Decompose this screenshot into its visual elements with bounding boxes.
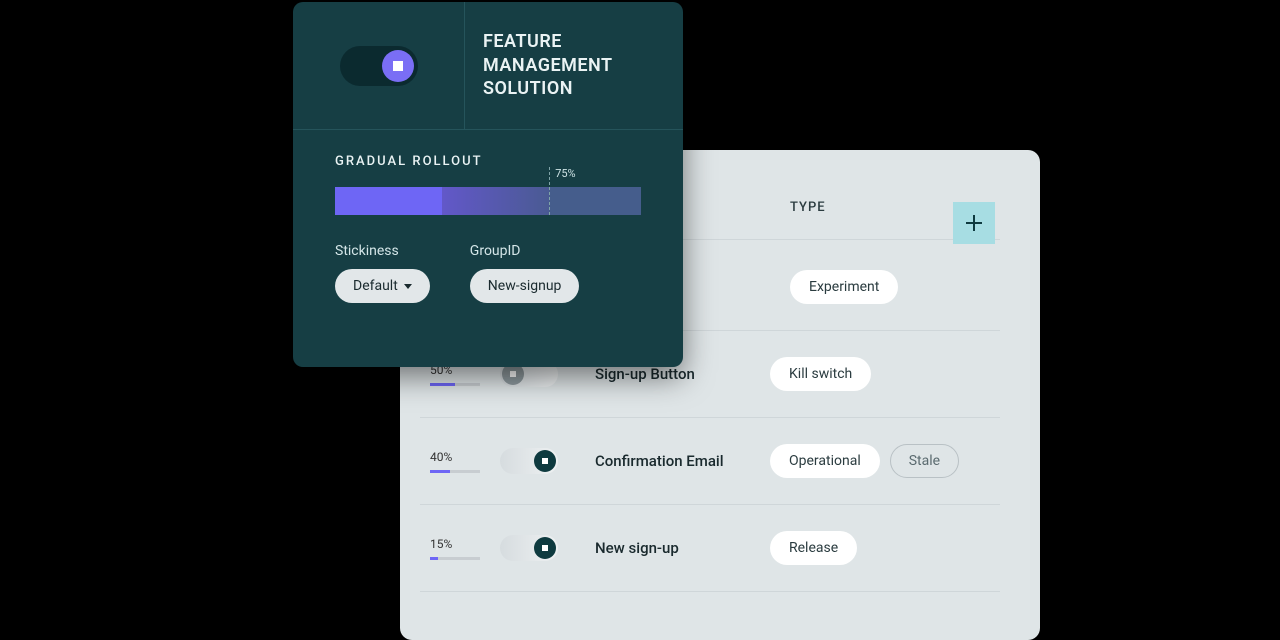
rollout-title: FEATURE MANAGEMENT SOLUTION — [483, 30, 683, 100]
stickiness-field: Stickiness Default — [335, 243, 430, 303]
plus-icon — [964, 213, 984, 233]
feature-tags: Release — [770, 531, 857, 565]
percent-bar — [430, 470, 480, 473]
feature-name: Sign-up Button — [595, 365, 770, 383]
rollout-card: FEATURE MANAGEMENT SOLUTION GRADUAL ROLL… — [293, 2, 683, 367]
column-type-header: TYPE — [790, 200, 826, 215]
feature-tag[interactable]: Operational — [770, 444, 880, 478]
toggle-col — [500, 535, 595, 561]
feature-tag[interactable]: Experiment — [790, 270, 898, 304]
feature-tag[interactable]: Release — [770, 531, 857, 565]
feature-name: Confirmation Email — [595, 452, 770, 470]
stickiness-value: Default — [353, 278, 398, 294]
toggle-knob-icon — [382, 50, 414, 82]
percent-label: 40% — [430, 450, 500, 464]
feature-tags: Kill switch — [770, 357, 871, 391]
rollout-percent-label: 75% — [555, 167, 575, 180]
percent-label: 15% — [430, 537, 500, 551]
percent-col: 40% — [420, 450, 500, 473]
rollout-progress[interactable]: 75% — [335, 187, 641, 215]
stickiness-dropdown[interactable]: Default — [335, 269, 430, 303]
feature-tag[interactable]: Kill switch — [770, 357, 871, 391]
rollout-seg-1 — [335, 187, 442, 215]
groupid-value: New-signup — [488, 278, 562, 294]
rollout-seg-3 — [549, 187, 641, 215]
percent-bar — [430, 557, 480, 560]
chevron-down-icon — [404, 284, 412, 289]
rollout-card-body: GRADUAL ROLLOUT 75% Stickiness Default G… — [293, 130, 683, 327]
stickiness-label: Stickiness — [335, 243, 430, 259]
feature-toggle[interactable] — [500, 535, 558, 561]
percent-bar-fill — [430, 383, 455, 386]
feature-name: New sign-up — [595, 539, 770, 557]
feature-row: 40% Confirmation EmailOperational Stale — [420, 418, 1000, 505]
percent-col: 15% — [420, 537, 500, 560]
feature-tags: Experiment — [790, 270, 898, 304]
percent-bar-fill — [430, 470, 450, 473]
rollout-card-header: FEATURE MANAGEMENT SOLUTION — [293, 2, 683, 130]
feature-master-toggle-area — [293, 2, 465, 129]
toggle-knob-icon — [534, 450, 556, 472]
rollout-section-label: GRADUAL ROLLOUT — [335, 154, 641, 169]
percent-bar — [430, 383, 480, 386]
feature-tag[interactable]: Stale — [890, 444, 959, 478]
toggle-col — [500, 448, 595, 474]
add-feature-button[interactable] — [953, 202, 995, 244]
toggle-knob-icon — [534, 537, 556, 559]
groupid-label: GroupID — [470, 243, 580, 259]
rollout-title-area: FEATURE MANAGEMENT SOLUTION — [465, 2, 683, 129]
percent-bar-fill — [430, 557, 438, 560]
feature-row: 15% New sign-upRelease — [420, 505, 1000, 592]
rollout-seg-2 — [442, 187, 549, 215]
groupid-field: GroupID New-signup — [470, 243, 580, 303]
feature-toggle[interactable] — [500, 448, 558, 474]
groupid-chip[interactable]: New-signup — [470, 269, 580, 303]
rollout-marker — [549, 167, 550, 215]
feature-tags: Operational Stale — [770, 444, 959, 478]
rollout-fields: Stickiness Default GroupID New-signup — [335, 243, 641, 303]
feature-master-toggle[interactable] — [340, 46, 418, 86]
